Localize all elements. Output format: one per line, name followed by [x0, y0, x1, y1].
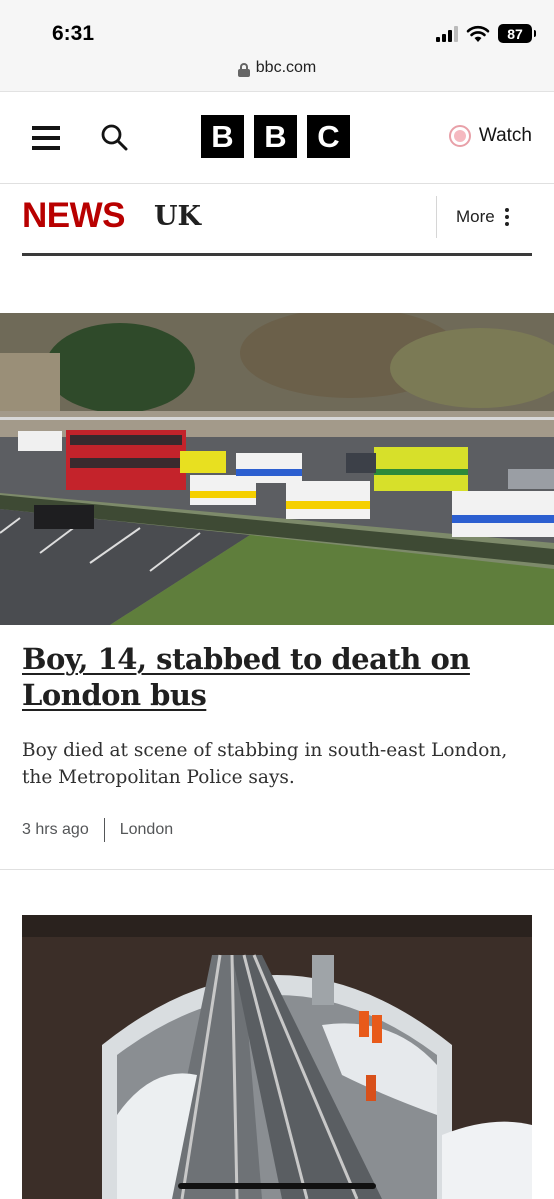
live-dot-icon [448, 125, 471, 147]
article-location[interactable]: London [120, 821, 173, 839]
bbc-header: B B C Watch [0, 92, 554, 184]
section-title[interactable]: UK [154, 201, 201, 232]
home-indicator[interactable] [178, 1183, 376, 1189]
news-section-bar: NEWS UK More [22, 184, 532, 256]
vertical-ellipsis-icon [504, 208, 509, 226]
more-button[interactable]: More [436, 196, 509, 238]
hamburger-menu-icon[interactable] [32, 126, 60, 150]
bbc-logo[interactable]: B B C [201, 115, 350, 158]
watch-label: Watch [478, 125, 532, 146]
article-timestamp: 3 hrs ago [22, 821, 89, 838]
article-image[interactable] [0, 313, 554, 625]
watch-button[interactable]: Watch [448, 125, 532, 147]
battery-icon: 87 [498, 24, 536, 43]
article-divider [0, 869, 554, 870]
article-meta: 3 hrs ago London [22, 817, 173, 843]
article-headline[interactable]: Boy, 14, stabbed to death on London bus [22, 641, 522, 713]
status-time: 6:31 [52, 22, 95, 45]
article-summary: Boy died at scene of stabbing in south-e… [22, 740, 508, 788]
bbc-logo-letter: C [307, 115, 350, 158]
url-text[interactable]: bbc.com [256, 59, 316, 77]
bbc-logo-letter: B [254, 115, 297, 158]
lock-icon [237, 63, 250, 77]
article-image[interactable] [22, 915, 532, 1199]
status-bar: 6:31 87 [0, 0, 554, 56]
more-label: More [456, 207, 495, 226]
status-icons: 87 [436, 24, 536, 43]
meta-divider [103, 818, 105, 842]
news-logo[interactable]: NEWS [22, 196, 126, 236]
search-icon[interactable] [100, 123, 128, 151]
cellular-signal-icon [436, 25, 458, 42]
wifi-icon [466, 25, 490, 43]
url-bar[interactable]: bbc.com [0, 56, 554, 92]
bbc-logo-letter: B [201, 115, 244, 158]
